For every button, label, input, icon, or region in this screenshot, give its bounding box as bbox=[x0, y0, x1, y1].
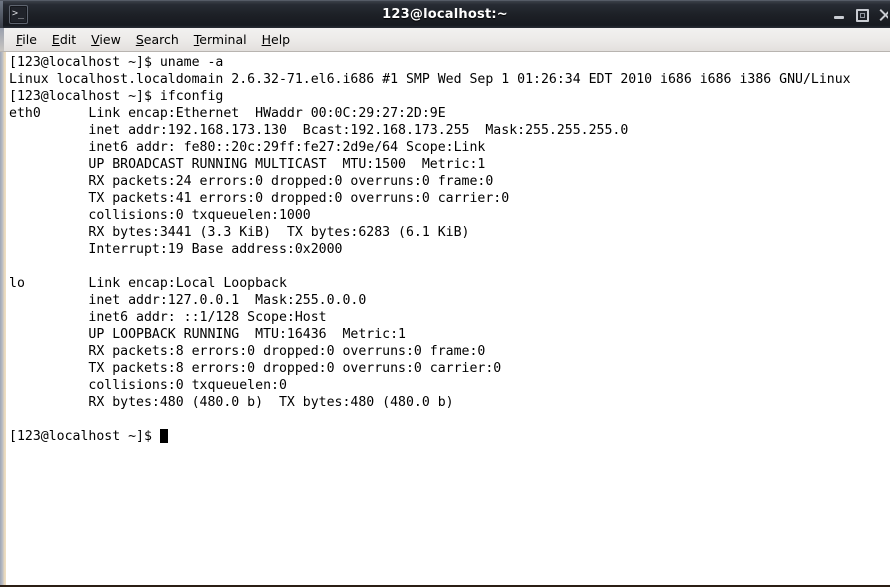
window-title: 123@localhost:~ bbox=[382, 7, 508, 22]
minimize-button[interactable] bbox=[833, 9, 846, 22]
terminal-body[interactable]: [123@localhost ~]$ uname -a Linux localh… bbox=[0, 52, 890, 587]
terminal-icon: >_ bbox=[9, 5, 28, 24]
shell-prompt: [123@localhost ~]$ bbox=[9, 429, 160, 444]
terminal-screen[interactable]: [123@localhost ~]$ uname -a Linux localh… bbox=[6, 52, 890, 585]
terminal-icon-glyph: >_ bbox=[12, 8, 25, 19]
menu-item-search[interactable]: Search bbox=[129, 31, 187, 48]
menu-item-help[interactable]: Help bbox=[255, 31, 299, 48]
window-controls bbox=[833, 1, 888, 28]
menu-item-file[interactable]: File bbox=[9, 31, 45, 48]
terminal-output: [123@localhost ~]$ uname -a Linux localh… bbox=[9, 55, 851, 444]
window-titlebar[interactable]: >_ 123@localhost:~ bbox=[0, 0, 890, 28]
text-cursor bbox=[159, 429, 168, 443]
terminal-window: >_ 123@localhost:~ File Edit View Search… bbox=[0, 0, 890, 587]
menubar: File Edit View Search Terminal Help bbox=[0, 28, 890, 52]
menu-item-terminal[interactable]: Terminal bbox=[187, 31, 255, 48]
menu-item-view[interactable]: View bbox=[84, 31, 129, 48]
close-button[interactable] bbox=[879, 9, 888, 22]
menu-item-edit[interactable]: Edit bbox=[45, 31, 84, 48]
maximize-button[interactable] bbox=[856, 8, 869, 22]
